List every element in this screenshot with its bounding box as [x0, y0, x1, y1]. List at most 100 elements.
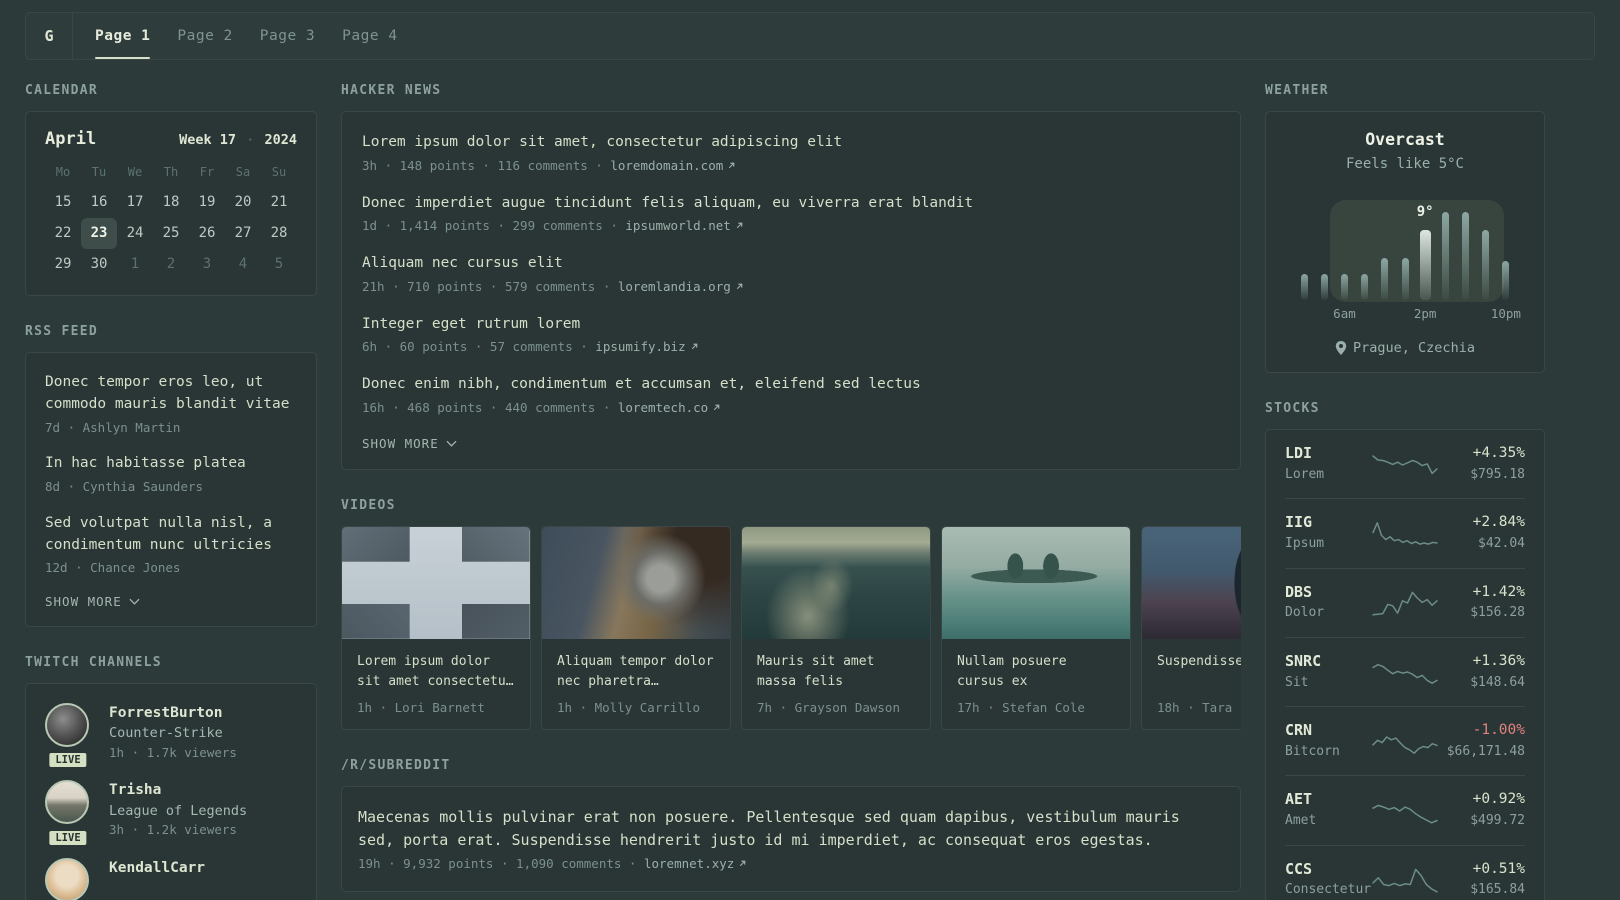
video-card[interactable]: Lorem ipsum dolor sit amet consectetu… 1…	[341, 525, 531, 730]
live-badge: LIVE	[47, 751, 89, 770]
stock-row[interactable]: CRN Bitcorn -1.00% $66,171.48	[1285, 706, 1525, 775]
item-domain-link[interactable]: loremdomain.com	[610, 158, 723, 173]
hackernews-item-meta: 6h · 60 points · 57 comments · ipsumify.…	[362, 338, 1220, 357]
stock-sparkline	[1372, 804, 1438, 824]
twitch-channel-name[interactable]: Trisha	[109, 780, 247, 800]
video-title[interactable]: Suspendisse diam	[1157, 652, 1241, 694]
calendar-day: 18	[162, 194, 180, 210]
rss-show-more-button[interactable]: SHOW MORE	[45, 594, 140, 609]
stock-row[interactable]: LDI Lorem +4.35% $795.18	[1285, 430, 1525, 498]
page-tab[interactable]: Page 4	[342, 13, 397, 59]
calendar-day-header: Sa	[235, 165, 251, 179]
video-title[interactable]: Aliquam tempor dolor nec pharetra…	[557, 652, 715, 694]
video-thumbnail[interactable]	[742, 526, 930, 639]
video-thumbnail[interactable]	[342, 526, 530, 639]
hackernews-item: Integer eget rutrum lorem 6h · 60 points…	[362, 314, 1220, 358]
rss-header: RSS FEED	[25, 324, 99, 339]
page-tabs: Page 1 Page 2 Page 3 Page 4	[73, 13, 425, 59]
hackernews-item-title[interactable]: Lorem ipsum dolor sit amet, consectetur …	[362, 132, 1220, 154]
item-domain-link[interactable]: loremtech.co	[618, 400, 708, 415]
video-card[interactable]: Mauris sit amet massa felis 7h · Grayson…	[741, 525, 931, 730]
stock-symbol: AET	[1285, 790, 1313, 809]
page-tab[interactable]: Page 1	[95, 13, 151, 59]
weather-condition: Overcast	[1365, 130, 1445, 149]
rss-list: Donec tempor eros leo, ut commodo mauris…	[45, 372, 297, 578]
stock-change: +1.42%	[1472, 583, 1525, 600]
show-more-label: SHOW MORE	[45, 594, 122, 609]
video-card-body: Mauris sit amet massa felis 7h · Grayson…	[742, 639, 930, 729]
rss-card: Donec tempor eros leo, ut commodo mauris…	[25, 352, 317, 627]
stock-price: $156.28	[1470, 605, 1525, 621]
item-domain-link[interactable]: ipsumify.biz	[595, 339, 685, 354]
avatar	[45, 780, 89, 825]
video-meta: 7h · Grayson Dawson	[757, 699, 900, 715]
twitch-channel-info: ForrestBurton Counter-Strike 1h · 1.7k v…	[109, 703, 237, 762]
calendar-day: 2	[166, 256, 176, 272]
hackernews-item-title[interactable]: Aliquam nec cursus elit	[362, 253, 1220, 275]
weather-time-label: 10pm	[1490, 306, 1521, 321]
hackernews-item-title[interactable]: Donec imperdiet augue tincidunt felis al…	[362, 193, 1220, 215]
video-thumbnail[interactable]	[942, 526, 1130, 639]
stock-row[interactable]: IIG Ipsum +2.84% $42.04	[1285, 498, 1525, 567]
calendar-day: 1	[130, 256, 140, 272]
stock-price: $66,171.48	[1446, 743, 1525, 759]
hackernews-show-more-button[interactable]: SHOW MORE	[362, 436, 457, 451]
video-title[interactable]: Mauris sit amet massa felis	[757, 652, 915, 694]
weather-location: Prague, Czechia	[1353, 340, 1475, 356]
video-card[interactable]: Suspendisse diam 18h · Tara	[1141, 525, 1241, 730]
stock-row[interactable]: AET Amet +0.92% $499.72	[1285, 775, 1525, 844]
twitch-channel-name[interactable]: ForrestBurton	[109, 703, 237, 723]
weather-bar	[1476, 208, 1496, 300]
stock-name: Dolor	[1285, 605, 1325, 621]
stock-values: +2.84% $42.04	[1437, 512, 1525, 553]
video-card-body: Nullam posuere cursus ex 17h · Stefan Co…	[942, 639, 1130, 729]
stock-row[interactable]: SNRC Sit +1.36% $148.64	[1285, 636, 1525, 706]
page-tab[interactable]: Page 3	[260, 13, 315, 59]
calendar-day-header: Su	[271, 165, 287, 179]
external-link-icon	[691, 343, 697, 350]
stock-row[interactable]: CCS Consectetur +0.51% $165.84	[1285, 844, 1525, 900]
twitch-channel-row[interactable]: LIVE Trisha League of Legends 3h · 1.2k …	[45, 780, 297, 847]
rss-widget: RSS FEED Donec tempor eros leo, ut commo…	[25, 324, 317, 627]
video-meta: 1h · Molly Carrillo	[557, 699, 700, 715]
top-navigation: G Page 1 Page 2 Page 3 Page 4	[25, 12, 1595, 60]
calendar-week-number: Week 17	[179, 132, 237, 148]
page-tab[interactable]: Page 2	[177, 13, 232, 59]
twitch-channel-row[interactable]: KendallCarr	[45, 857, 297, 900]
video-card[interactable]: Nullam posuere cursus ex 17h · Stefan Co…	[941, 525, 1131, 730]
item-domain-link[interactable]: loremlandia.org	[618, 279, 731, 294]
reddit-post-title[interactable]: Maecenas mollis pulvinar erat non posuer…	[358, 806, 1224, 853]
twitch-avatar-wrap: LIVE	[45, 780, 91, 847]
item-domain-link[interactable]: loremnet.xyz	[644, 856, 734, 871]
twitch-channel-name[interactable]: KendallCarr	[109, 858, 205, 878]
video-title[interactable]: Lorem ipsum dolor sit amet consectetu…	[357, 652, 515, 694]
stock-symbol: DBS	[1285, 582, 1313, 601]
rss-item-title[interactable]: Sed volutpat nulla nisl, a condimentum n…	[45, 513, 297, 557]
rss-item-title[interactable]: In hac habitasse platea	[45, 453, 297, 475]
stock-row[interactable]: DBS Dolor +1.42% $156.28	[1285, 567, 1525, 637]
twitch-channel-row[interactable]: LIVE ForrestBurton Counter-Strike 1h · 1…	[45, 703, 297, 770]
calendar-day: 23	[81, 218, 117, 249]
stock-values: -1.00% $66,171.48	[1437, 720, 1525, 761]
calendar-day: 15	[54, 194, 72, 210]
stock-name: Amet	[1285, 813, 1317, 828]
video-thumbnail[interactable]	[1142, 526, 1241, 639]
item-domain-link[interactable]: ipsumworld.net	[625, 218, 730, 233]
hackernews-item-meta: 3h · 148 points · 116 comments · loremdo…	[362, 157, 1220, 176]
hackernews-item-title[interactable]: Donec enim nibh, condimentum et accumsan…	[362, 374, 1220, 396]
rss-item-title[interactable]: Donec tempor eros leo, ut commodo mauris…	[45, 372, 297, 416]
video-title[interactable]: Nullam posuere cursus ex	[957, 652, 1115, 694]
twitch-card: LIVE ForrestBurton Counter-Strike 1h · 1…	[25, 683, 317, 900]
video-thumbnail[interactable]	[542, 526, 730, 639]
video-card-body: Suspendisse diam 18h · Tara	[1142, 639, 1241, 729]
weather-header: WEATHER	[1265, 83, 1329, 98]
video-card[interactable]: Aliquam tempor dolor nec pharetra… 1h · …	[541, 525, 731, 730]
item-meta-text: 1d · 1,414 points · 299 comments ·	[362, 218, 626, 234]
rss-item: In hac habitasse platea 8d · Cynthia Sau…	[45, 453, 297, 497]
external-link-icon	[714, 404, 720, 410]
app-logo[interactable]: G	[26, 13, 73, 59]
calendar-month: April	[45, 129, 97, 149]
hackernews-item-title[interactable]: Integer eget rutrum lorem	[362, 314, 1220, 336]
stock-price: $499.72	[1470, 813, 1525, 828]
calendar-day: 25	[162, 225, 180, 241]
